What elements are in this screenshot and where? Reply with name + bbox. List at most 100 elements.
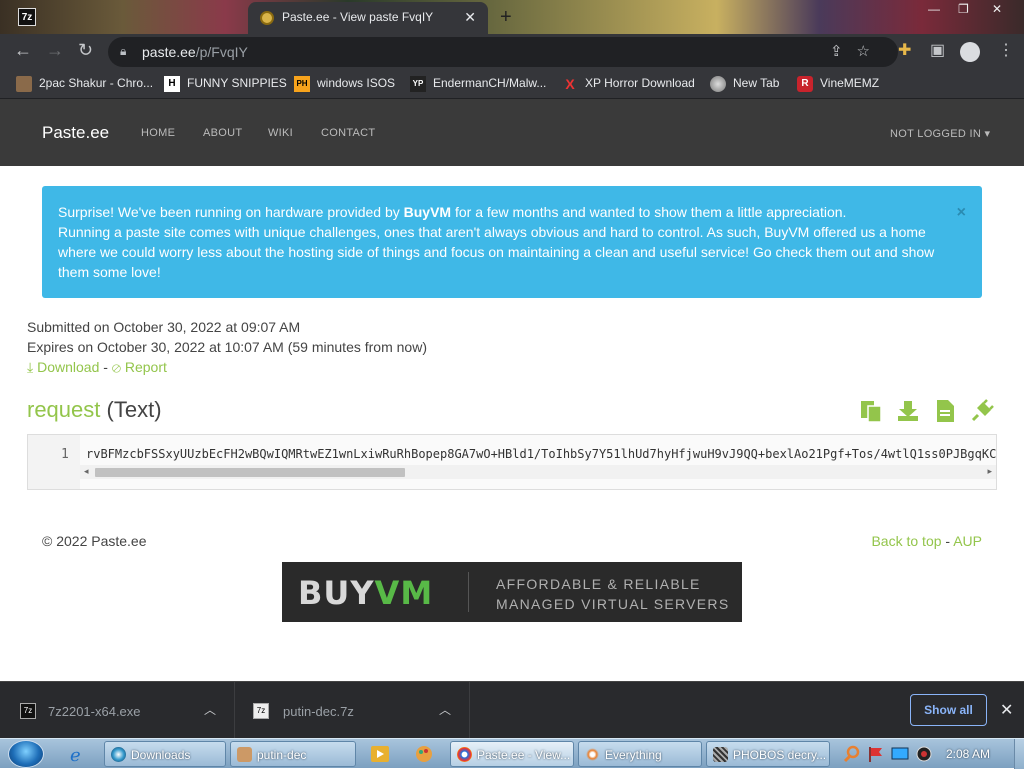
show-desktop-button[interactable]	[1014, 739, 1024, 769]
extensions-icon[interactable]: ✚	[898, 40, 911, 60]
ph-icon: PH	[294, 76, 310, 92]
monitor-tray-icon[interactable]	[890, 744, 910, 764]
buyvm-logo: BUYVM	[298, 574, 434, 612]
bookmark-item[interactable]: New Tab	[710, 76, 779, 92]
banner-divider	[468, 572, 469, 612]
download-icon[interactable]	[895, 398, 921, 424]
nav-contact[interactable]: CONTACT	[321, 127, 375, 139]
aup-link[interactable]: AUP	[953, 533, 982, 549]
nav-wiki[interactable]: WIKI	[268, 127, 293, 139]
scroll-left-icon[interactable]: ◂	[84, 466, 89, 477]
back-to-top-link[interactable]: Back to top	[871, 533, 941, 549]
show-all-button[interactable]: Show all	[910, 694, 987, 726]
banner-tagline: AFFORDABLE & RELIABLE MANAGED VIRTUAL SE…	[496, 576, 730, 612]
bookmark-item[interactable]: YP EndermanCH/Malw...	[410, 76, 546, 92]
horizontal-scrollbar[interactable]: ◂ ▸	[80, 465, 996, 479]
buyvm-banner[interactable]: BUYVM AFFORDABLE & RELIABLE MANAGED VIRT…	[282, 562, 742, 622]
tab-close-icon[interactable]: ✕	[464, 9, 476, 26]
taskbar-item-phobos[interactable]: PHOBOS decry...	[706, 741, 830, 767]
download-item[interactable]: 7z putin-dec.7z ︿	[235, 682, 470, 739]
account-dropdown[interactable]: NOT LOGGED IN ▾	[890, 127, 990, 140]
svg-text:e: e	[70, 745, 81, 764]
ban-icon: ⊘	[111, 359, 121, 375]
restore-icon[interactable]: ❐	[958, 2, 969, 16]
7zip-file-icon: 7z	[20, 703, 36, 719]
share-icon[interactable]: ⇪	[830, 43, 857, 60]
bookmark-item[interactable]: H FUNNY SNIPPIES	[164, 76, 287, 92]
bookmark-item[interactable]: 2pac Shakur - Chro...	[16, 76, 153, 92]
media-player-icon[interactable]	[370, 744, 390, 764]
downloads-shelf: 7z 7z2201-x64.exe ︿ 7z putin-dec.7z ︿ Sh…	[0, 681, 1024, 739]
search-tray-icon[interactable]	[842, 744, 862, 764]
report-link[interactable]: ⊘ Report	[112, 359, 167, 375]
lock-icon[interactable]: 🔒︎	[120, 44, 126, 59]
bookmark-item[interactable]: X XP Horror Download	[562, 76, 695, 92]
minimize-icon[interactable]: —	[928, 2, 940, 16]
url-host: paste.ee	[142, 44, 196, 60]
caret-down-icon: ▾	[984, 128, 991, 140]
line-number: 1	[61, 447, 69, 462]
download-item[interactable]: 7z 7z2201-x64.exe ︿	[0, 682, 235, 739]
paste-actions: ⤓ Download - ⊘ Report	[27, 359, 167, 375]
paint-icon[interactable]	[414, 744, 434, 764]
paste-title: request (Text)	[27, 397, 162, 423]
menu-kebab-icon[interactable]: ⋮	[998, 40, 1014, 60]
back-icon[interactable]: ←	[14, 40, 32, 61]
taskbar-item-downloads[interactable]: Downloads	[104, 741, 226, 767]
taskbar-item-everything[interactable]: Everything	[578, 741, 702, 767]
close-shelf-icon[interactable]: ✕	[1000, 700, 1013, 720]
browser-toolbar: ← → ↻ 🔒︎ paste.ee/p/FvqIY ⇪☆ ✚ ▣ ⋮	[0, 34, 1024, 70]
flag-tray-icon[interactable]	[866, 744, 886, 764]
plug-icon[interactable]	[969, 398, 995, 424]
download-link[interactable]: ⤓ Download	[27, 359, 99, 375]
expires-date: Expires on October 30, 2022 at 10:07 AM …	[27, 339, 427, 355]
globe-icon	[710, 76, 726, 92]
7z-archive-icon: 7z	[253, 703, 269, 719]
magnifier-icon	[585, 747, 600, 762]
volume-tray-icon[interactable]	[914, 744, 934, 764]
site-brand[interactable]: Paste.ee	[42, 123, 109, 143]
windows-taskbar: e Downloads putin-dec Paste.ee - View...…	[0, 738, 1024, 769]
x-icon: X	[565, 76, 575, 92]
download-filename: putin-dec.7z	[283, 704, 354, 719]
address-bar[interactable]: 🔒︎ paste.ee/p/FvqIY ⇪☆	[108, 37, 898, 67]
copy-icon[interactable]	[858, 398, 884, 424]
paste-name: request	[27, 397, 101, 422]
scrollbar-thumb[interactable]	[95, 468, 405, 477]
start-button[interactable]	[8, 740, 44, 768]
raw-file-icon[interactable]	[932, 398, 958, 424]
bookmark-star-icon[interactable]: ☆	[857, 43, 884, 60]
profile-avatar[interactable]	[960, 42, 980, 62]
internet-explorer-icon[interactable]: e	[68, 744, 88, 764]
paste-ee-favicon-icon	[260, 11, 274, 25]
taskbar-clock[interactable]: 2:08 AM	[946, 747, 990, 761]
nav-home[interactable]: HOME	[141, 127, 175, 139]
window-close-icon[interactable]: ✕	[992, 2, 1002, 16]
chrome-icon	[457, 747, 472, 762]
new-tab-icon[interactable]: +	[500, 6, 512, 29]
buyvm-link[interactable]: BuyVM	[404, 204, 451, 220]
submitted-date: Submitted on October 30, 2022 at 09:07 A…	[27, 319, 301, 335]
reload-icon[interactable]: ↻	[78, 40, 93, 61]
bookmark-item[interactable]: PH windows ISOS	[294, 76, 395, 92]
taskbar-item-putin-dec[interactable]: putin-dec	[230, 741, 356, 767]
alert-text: Surprise! We've been running on hardware…	[58, 204, 935, 280]
phobos-icon	[713, 747, 728, 762]
tab-paste-ee[interactable]: Paste.ee - View paste FvqIY ✕	[248, 2, 488, 34]
url-path: /p/FvqIY	[195, 44, 248, 60]
scroll-right-icon[interactable]: ▸	[987, 466, 992, 477]
r-icon: R	[797, 76, 813, 92]
nav-about[interactable]: ABOUT	[203, 127, 242, 139]
h-icon: H	[164, 76, 180, 92]
side-panel-icon[interactable]: ▣	[930, 40, 945, 60]
tab-title: Paste.ee - View paste FvqIY	[282, 10, 434, 24]
chevron-up-icon[interactable]: ︿	[439, 701, 451, 718]
alert-close-icon[interactable]: ×	[957, 203, 966, 223]
forward-icon[interactable]: →	[46, 40, 64, 61]
2pac-icon	[16, 76, 32, 92]
paste-code-box[interactable]: 1 rvBFMzcbFSSxyUUzbEcFH2wBQwIQMRtwEZ1wnL…	[27, 434, 997, 490]
site-navbar: Paste.ee HOME ABOUT WIKI CONTACT NOT LOG…	[0, 99, 1024, 166]
chevron-up-icon[interactable]: ︿	[204, 701, 216, 718]
bookmark-item[interactable]: R VineMEMZ	[797, 76, 879, 92]
taskbar-item-paste-ee[interactable]: Paste.ee - View...	[450, 741, 574, 767]
